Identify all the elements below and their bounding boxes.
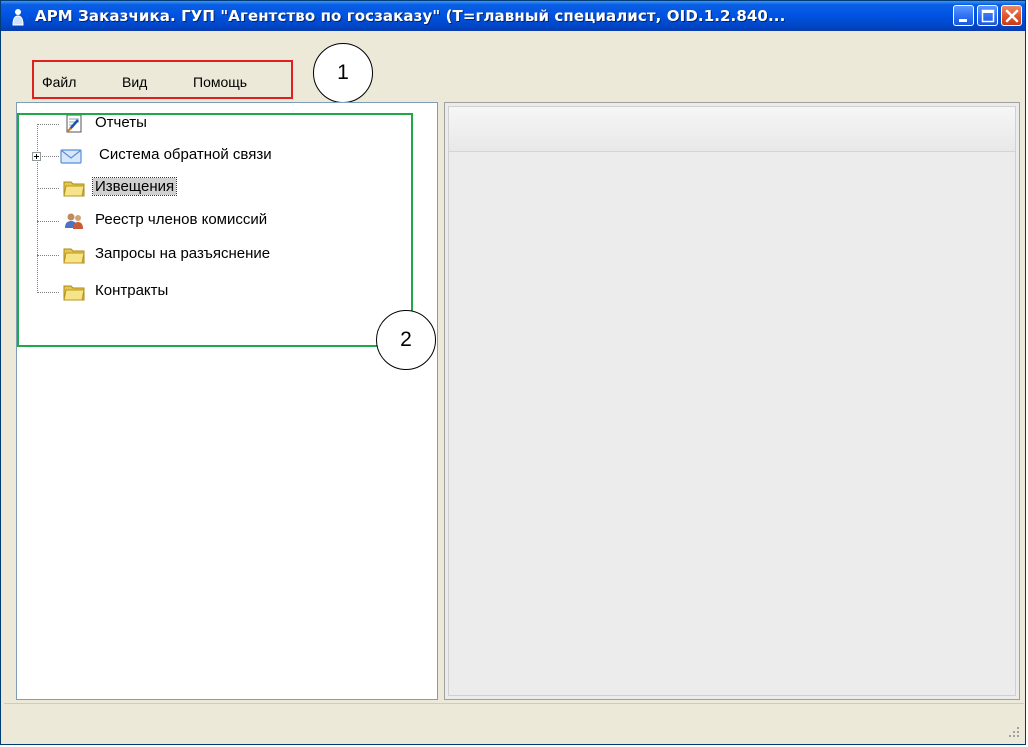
maximize-button[interactable] bbox=[977, 5, 998, 26]
maximize-icon bbox=[981, 9, 995, 23]
minimize-button[interactable] bbox=[953, 5, 974, 26]
tree-highlight-frame bbox=[17, 113, 413, 347]
callout-1: 1 bbox=[313, 43, 373, 103]
window-title: АРМ Заказчика. ГУП "Агентство по госзака… bbox=[35, 7, 786, 25]
content-pane bbox=[444, 102, 1020, 700]
minimize-icon bbox=[959, 19, 967, 22]
title-bar[interactable]: АРМ Заказчика. ГУП "Агентство по госзака… bbox=[1, 1, 1025, 31]
resize-grip-icon[interactable] bbox=[1006, 724, 1020, 738]
close-button[interactable] bbox=[1001, 5, 1022, 26]
callout-2: 2 bbox=[376, 310, 436, 370]
app-user-icon bbox=[12, 9, 24, 26]
content-frame bbox=[448, 106, 1016, 696]
content-header bbox=[449, 107, 1015, 152]
close-icon bbox=[1005, 9, 1019, 23]
status-bar bbox=[4, 703, 1024, 742]
menu-highlight-frame bbox=[32, 60, 293, 99]
